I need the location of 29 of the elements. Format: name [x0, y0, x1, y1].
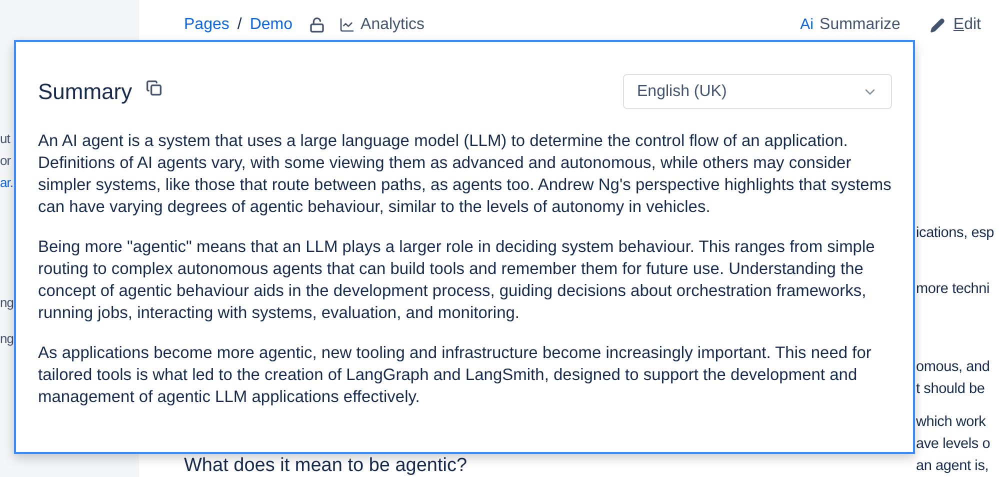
summary-title: Summary	[38, 78, 132, 106]
sidebar-text: ut	[0, 130, 10, 148]
summarize-button[interactable]: Ai Summarize	[800, 13, 900, 37]
page-text: t should be	[916, 380, 986, 399]
breadcrumb-link[interactable]: Pages	[184, 13, 230, 37]
edit-button[interactable]: Edit	[930, 13, 981, 37]
section-heading: What does it mean to be agentic?	[184, 455, 468, 476]
sidebar-link[interactable]: ar.	[0, 172, 13, 194]
sidebar-text: ng	[0, 294, 14, 312]
sidebar-text: or	[0, 152, 11, 170]
page-text: more techni	[916, 280, 991, 299]
breadcrumb-separator: /	[237, 15, 242, 35]
language-select[interactable]: English (UK)	[623, 74, 892, 109]
copy-icon[interactable]	[146, 80, 162, 96]
page-text: ications, esp	[916, 224, 994, 243]
analytics-button[interactable]: Analytics	[338, 13, 425, 37]
summary-paragraph: An AI agent is a system that uses a large language model (LLM) to determine the control flow of an application. Definitions of AI agents vary, with some viewing them as advanced and autonomous, while others may consider simpler systems, like those that route between paths, as agents too. Andrew Ng's perspective highlights that systems can have varying degrees of agentic behaviour, similar to the levels of autonomy in vehicles.	[38, 131, 892, 218]
page-text: which work	[916, 413, 987, 432]
ai-icon: Ai	[800, 14, 814, 36]
sidebar-text: ng	[0, 330, 14, 348]
page-text: ave levels o	[916, 435, 992, 454]
page-text: omous, and	[916, 358, 991, 377]
summary-paragraph: Being more "agentic" means that an LLM plays a larger role in deciding system behaviour. This ranges from simple routing to complex autonomous agents that can build tools and remember them for future use. Understanding the concept of agentic behaviour aids in the development process, guiding decisions about orchestration frameworks, running jobs, interacting with systems, evaluation, and monitoring.	[38, 237, 876, 324]
breadcrumb-link[interactable]: Demo	[250, 13, 293, 37]
page-text: an agent is,	[916, 457, 990, 476]
unlocked-icon[interactable]	[308, 17, 325, 33]
summary-paragraph: As applications become more agentic, new tooling and infrastructure become increasingly important. This need for tailored tools is what led to the creation of LangGraph and LangSmith, designed to support the development and management of agentic LLM applications effectively.	[38, 343, 872, 408]
pencil-icon	[930, 18, 946, 32]
chart-icon	[338, 17, 355, 33]
